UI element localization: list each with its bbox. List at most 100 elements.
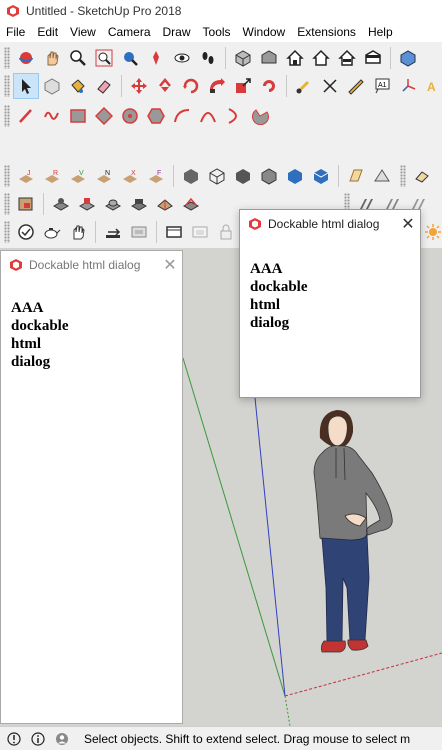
solid-trim-icon[interactable] xyxy=(127,192,151,216)
svg-text:V: V xyxy=(79,170,84,177)
dialog-header[interactable]: Dockable html dialog ✕ xyxy=(240,210,420,238)
zoom-icon[interactable] xyxy=(66,46,90,70)
toolbar-grip[interactable] xyxy=(4,221,10,243)
rotate-icon[interactable] xyxy=(179,74,203,98)
sandbox-from-contours-icon[interactable]: J xyxy=(14,164,38,188)
status-message: Select objects. Shift to extend select. … xyxy=(84,731,411,746)
menu-edit[interactable]: Edit xyxy=(31,22,64,42)
screen-icon[interactable] xyxy=(162,220,186,244)
text-icon[interactable]: A1 xyxy=(370,74,394,98)
line-icon[interactable] xyxy=(14,104,38,128)
push-pull-icon[interactable] xyxy=(153,74,177,98)
toolbar-grip[interactable] xyxy=(4,165,10,187)
xray-icon[interactable] xyxy=(370,164,394,188)
follow-me-icon[interactable] xyxy=(205,74,229,98)
zoom-extents-icon[interactable] xyxy=(118,46,142,70)
hand-icon[interactable] xyxy=(66,220,90,244)
geo-location-icon[interactable] xyxy=(6,731,22,747)
toolbar-grip[interactable] xyxy=(4,47,10,69)
3d-text-icon[interactable]: A xyxy=(422,74,442,98)
sun-icon[interactable] xyxy=(421,220,442,244)
menu-view[interactable]: View xyxy=(64,22,102,42)
3-point-arc-icon[interactable] xyxy=(222,104,246,128)
freehand-icon[interactable] xyxy=(40,104,64,128)
style-1-icon[interactable] xyxy=(179,192,203,216)
credits-icon[interactable] xyxy=(30,731,46,747)
previous-view-icon[interactable] xyxy=(144,46,168,70)
docked-html-dialog: Dockable html dialog ✕ AAA dockable html… xyxy=(0,250,183,724)
look-around-icon[interactable] xyxy=(170,46,194,70)
menu-draw[interactable]: Draw xyxy=(157,22,197,42)
bottom-view-icon[interactable] xyxy=(396,46,420,70)
circle-icon[interactable] xyxy=(118,104,142,128)
menu-file[interactable]: File xyxy=(0,22,31,42)
dimension-tool-icon[interactable] xyxy=(101,220,125,244)
toolbar-grip[interactable] xyxy=(400,165,406,187)
right-view-icon[interactable] xyxy=(309,46,333,70)
front-view-icon[interactable] xyxy=(283,46,307,70)
rotated-rectangle-icon[interactable] xyxy=(92,104,116,128)
monochrome-icon[interactable] xyxy=(309,164,333,188)
menu-help[interactable]: Help xyxy=(362,22,399,42)
hidden-line-icon[interactable] xyxy=(231,164,255,188)
svg-text:F: F xyxy=(157,170,161,177)
solid-subtract-icon[interactable] xyxy=(101,192,125,216)
offset-icon[interactable] xyxy=(257,74,281,98)
rectangle-icon[interactable] xyxy=(66,104,90,128)
walk-icon[interactable] xyxy=(196,46,220,70)
window-icon[interactable] xyxy=(188,220,212,244)
pan-icon[interactable] xyxy=(40,46,64,70)
flip-edge-icon[interactable] xyxy=(179,164,203,188)
drape-icon[interactable]: X xyxy=(118,164,142,188)
polygon-icon[interactable] xyxy=(144,104,168,128)
toolbar-grip[interactable] xyxy=(4,193,10,215)
arc-icon[interactable] xyxy=(170,104,194,128)
select-icon[interactable] xyxy=(13,73,39,99)
dialog-header[interactable]: Dockable html dialog ✕ xyxy=(1,251,182,279)
smoove-icon[interactable]: V xyxy=(66,164,90,188)
2-point-arc-icon[interactable] xyxy=(196,104,220,128)
axes-icon[interactable] xyxy=(396,74,420,98)
make-component-icon[interactable] xyxy=(40,74,64,98)
section-plane-icon[interactable] xyxy=(344,164,368,188)
left-view-icon[interactable] xyxy=(361,46,385,70)
toolbar-grip[interactable] xyxy=(4,75,10,97)
panel-icon[interactable] xyxy=(127,220,151,244)
tape-measure-icon[interactable] xyxy=(292,74,316,98)
user-icon[interactable] xyxy=(54,731,70,747)
solid-outer-shell-icon[interactable] xyxy=(14,192,38,216)
menu-window[interactable]: Window xyxy=(237,22,292,42)
scale-icon[interactable] xyxy=(231,74,255,98)
menu-camera[interactable]: Camera xyxy=(102,22,157,42)
zoom-window-icon[interactable] xyxy=(92,46,116,70)
sandbox-from-scratch-icon[interactable]: R xyxy=(40,164,64,188)
add-detail-icon[interactable]: F xyxy=(144,164,168,188)
eraser-icon[interactable] xyxy=(92,74,116,98)
protractor-icon[interactable] xyxy=(344,74,368,98)
top-view-icon[interactable] xyxy=(257,46,281,70)
wireframe-icon[interactable] xyxy=(205,164,229,188)
stamp-icon[interactable]: N xyxy=(92,164,116,188)
iso-view-icon[interactable] xyxy=(231,46,255,70)
paint-bucket-icon[interactable] xyxy=(66,74,90,98)
solid-inspector-icon[interactable] xyxy=(14,220,38,244)
eraser-tool-icon[interactable] xyxy=(410,164,434,188)
solid-split-icon[interactable] xyxy=(153,192,177,216)
back-view-icon[interactable] xyxy=(335,46,359,70)
orbit-icon[interactable] xyxy=(14,46,38,70)
lock-icon[interactable] xyxy=(214,220,238,244)
solid-union-icon[interactable] xyxy=(75,192,99,216)
dimension-icon[interactable] xyxy=(318,74,342,98)
close-icon[interactable]: ✕ xyxy=(396,212,420,236)
shaded-textures-icon[interactable] xyxy=(283,164,307,188)
pie-icon[interactable] xyxy=(248,104,272,128)
toolbar-grip[interactable] xyxy=(4,105,10,127)
sketchup-logo-icon xyxy=(249,218,261,230)
menu-extensions[interactable]: Extensions xyxy=(291,22,362,42)
solid-intersect-icon[interactable] xyxy=(49,192,73,216)
close-icon[interactable]: ✕ xyxy=(158,253,182,277)
teapot-icon[interactable] xyxy=(40,220,64,244)
menu-tools[interactable]: Tools xyxy=(197,22,237,42)
shaded-icon[interactable] xyxy=(257,164,281,188)
move-icon[interactable] xyxy=(127,74,151,98)
